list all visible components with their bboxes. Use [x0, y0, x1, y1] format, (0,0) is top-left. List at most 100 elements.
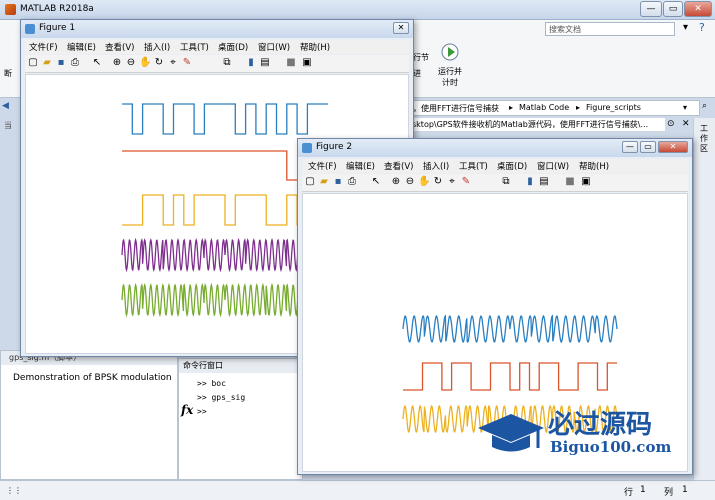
ribbon-section-label[interactable]: 行节	[413, 52, 429, 63]
path-segment[interactable]: Figure_scripts	[586, 103, 641, 112]
menu-window[interactable]: 窗口(W)	[258, 41, 290, 53]
show-plot-icon[interactable]: ▣	[580, 176, 592, 188]
close-button[interactable]: ✕	[684, 1, 712, 17]
ribbon-advance-label[interactable]: 进	[413, 68, 421, 79]
hide-plot-icon[interactable]: ■	[285, 57, 297, 69]
figure-2-maximize-button[interactable]: ▭	[640, 141, 656, 153]
run-time-label-1[interactable]: 运行并	[438, 66, 462, 77]
menu-tools[interactable]: 工具(T)	[180, 41, 209, 53]
ribbon-left-label: 断	[4, 69, 12, 78]
status-bar-grip-icon: ⋮⋮	[6, 486, 22, 495]
zoom-out-icon[interactable]: ⊖	[404, 176, 416, 188]
watermark-title: 必过源码	[548, 410, 653, 440]
new-file-icon[interactable]: ▢	[27, 57, 39, 69]
save-icon[interactable]: ▪	[332, 176, 344, 188]
pointer-icon[interactable]: ↖	[370, 176, 382, 188]
command-window[interactable]: 命令行窗口 >> boc >> gps_sig fx >>	[178, 358, 303, 480]
menu-desktop[interactable]: 桌面(D)	[218, 41, 248, 53]
menu-desktop[interactable]: 桌面(D)	[497, 160, 527, 172]
panel-close-icon[interactable]: ✕	[682, 119, 690, 129]
maximize-button[interactable]: ▭	[663, 1, 683, 17]
menu-file[interactable]: 文件(F)	[29, 41, 58, 53]
hide-plot-icon[interactable]: ■	[564, 176, 576, 188]
print-icon[interactable]: ⎙	[69, 57, 81, 69]
figure-icon	[25, 24, 35, 34]
path-segment[interactable]: Matlab Code	[519, 103, 569, 112]
figure-1-title: Figure 1	[39, 23, 76, 33]
search-input[interactable]: 搜索文档	[549, 24, 581, 35]
watermark: 必过源码 Biguo100.com	[470, 402, 700, 462]
panel-menu-icon[interactable]: ⊙	[667, 119, 675, 129]
zoom-in-icon[interactable]: ⊕	[390, 176, 402, 188]
print-icon[interactable]: ⎙	[346, 176, 358, 188]
data-cursor-icon[interactable]: ⌖	[167, 57, 179, 69]
zoom-out-icon[interactable]: ⊖	[125, 57, 137, 69]
menu-help[interactable]: 帮助(H)	[579, 160, 609, 172]
brush-icon[interactable]: ✎	[181, 57, 193, 69]
colorbar-icon[interactable]: ▮	[245, 57, 257, 69]
run-time-label-2[interactable]: 计时	[442, 77, 458, 88]
watermark-url: Biguo100.com	[550, 438, 672, 456]
menu-edit[interactable]: 编辑(E)	[346, 160, 375, 172]
menu-file[interactable]: 文件(F)	[308, 160, 337, 172]
figure-1-close-button[interactable]: ✕	[393, 22, 409, 34]
path-separator-icon: ▸	[509, 103, 514, 112]
menu-insert[interactable]: 插入(I)	[423, 160, 449, 172]
new-file-icon[interactable]: ▢	[304, 176, 316, 188]
open-folder-icon[interactable]: ▰	[318, 176, 330, 188]
matlab-title-bar: MATLAB R2018a — ▭ ✕	[0, 0, 715, 20]
menu-insert[interactable]: 插入(I)	[144, 41, 170, 53]
show-plot-icon[interactable]: ▣	[301, 57, 313, 69]
current-folder-path[interactable]: ，使用FFT进行信号捕获 ▸ Matlab Code ▸ Figure_scri…	[410, 100, 700, 116]
brush-icon[interactable]: ✎	[460, 176, 472, 188]
figure-1-title-bar[interactable]: Figure 1 ✕	[21, 20, 413, 38]
figure-icon	[302, 143, 312, 153]
current-folder-tab-label[interactable]: 当	[4, 120, 12, 131]
menu-help[interactable]: 帮助(H)	[300, 41, 330, 53]
data-cursor-icon[interactable]: ⌖	[446, 176, 458, 188]
colorbar-icon[interactable]: ▮	[524, 176, 536, 188]
run-and-time-icon[interactable]	[440, 42, 460, 62]
rotate-icon[interactable]: ↻	[432, 176, 444, 188]
figure-2-minimize-button[interactable]: —	[622, 141, 638, 153]
menu-view[interactable]: 查看(V)	[384, 160, 413, 172]
file-details-panel: gps_sig.m（脚本） Demonstration of BPSK modu…	[0, 350, 178, 480]
search-input-box[interactable]: 搜索文档	[545, 22, 675, 36]
menu-tools[interactable]: 工具(T)	[459, 160, 488, 172]
link-icon[interactable]: ⧉	[500, 176, 512, 188]
pointer-icon[interactable]: ↖	[91, 57, 103, 69]
matlab-icon	[5, 4, 16, 15]
legend-icon[interactable]: ▤	[538, 176, 550, 188]
rotate-icon[interactable]: ↻	[153, 57, 165, 69]
workspace-label[interactable]: 工作区	[700, 124, 710, 154]
function-browser-icon[interactable]: fx	[181, 403, 193, 417]
legend-icon[interactable]: ▤	[259, 57, 271, 69]
menu-edit[interactable]: 编辑(E)	[67, 41, 96, 53]
path-separator-icon: ▸	[576, 103, 581, 112]
save-icon[interactable]: ▪	[55, 57, 67, 69]
open-folder-icon[interactable]: ▰	[41, 57, 53, 69]
app-title: MATLAB R2018a	[20, 4, 94, 14]
command-window-title: 命令行窗口	[183, 361, 223, 370]
col-label: 列	[664, 488, 674, 498]
menu-view[interactable]: 查看(V)	[105, 41, 134, 53]
help-icon[interactable]: ?	[699, 21, 705, 34]
figure-2-title-bar[interactable]: Figure 2 — ▭ ✕	[298, 139, 692, 157]
figure-2-close-button[interactable]: ✕	[658, 141, 688, 153]
link-icon[interactable]: ⧉	[221, 57, 233, 69]
menu-window[interactable]: 窗口(W)	[537, 160, 569, 172]
zoom-in-icon[interactable]: ⊕	[111, 57, 123, 69]
filter-icon[interactable]: ▾	[683, 22, 688, 33]
pan-icon[interactable]: ✋	[139, 57, 151, 69]
path-dropdown-icon[interactable]: ▾	[683, 103, 687, 112]
series-line	[402, 314, 618, 344]
row-label: 行	[624, 488, 634, 498]
series-line	[403, 362, 617, 391]
command-prompt[interactable]: >>	[197, 407, 207, 416]
pan-icon[interactable]: ✋	[418, 176, 430, 188]
minimize-button[interactable]: —	[640, 1, 662, 17]
figure-1-toolbar: ▢ ▰ ▪ ⎙ ↖ ⊕ ⊖ ✋ ↻ ⌖ ✎ ⧉ ▮ ▤ ■ ▣	[25, 55, 409, 73]
path-segment[interactable]: ，使用FFT进行信号捕获	[413, 103, 499, 114]
browse-folder-icon[interactable]: ⌕	[702, 101, 707, 111]
back-arrow-icon[interactable]: ◀	[2, 101, 9, 111]
